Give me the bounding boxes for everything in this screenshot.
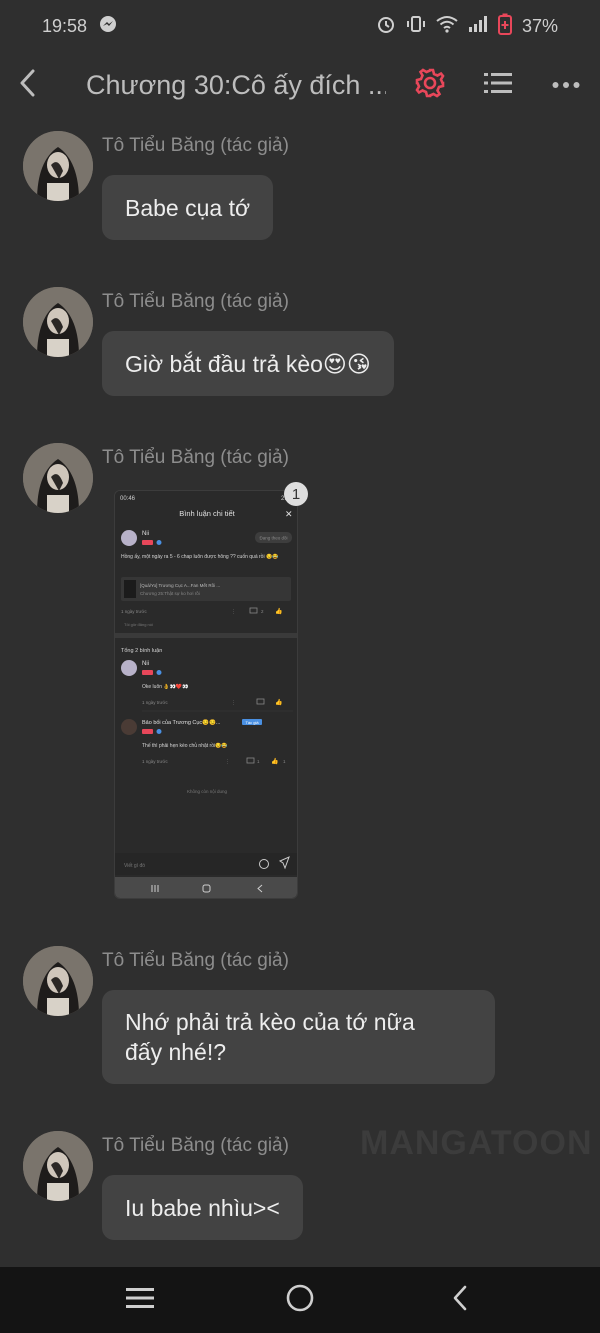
message-author: Tô Tiểu Băng (tác giả) [102, 1135, 289, 1156]
vibrate-icon [406, 14, 426, 39]
embedded-reply-time: 1 ngày trước [142, 759, 168, 764]
svg-text:⋮: ⋮ [231, 700, 236, 706]
embedded-input-placeholder: Viết gì đó [124, 863, 145, 869]
status-time: 19:58 [42, 15, 88, 36]
embedded-link-sub: Chương 25:Thật sự ko hơi rồi [140, 591, 200, 596]
embedded-title: Bình luận chi tiết [179, 509, 235, 518]
message-bubble: Giờ bắt đầu trả kèo😍😘 [102, 331, 394, 396]
author-avatar[interactable] [23, 287, 93, 357]
image-count-badge: 1 [284, 482, 308, 506]
message-author: Tô Tiểu Băng (tác giả) [102, 291, 289, 312]
embedded-main-text: Hồng ấy, một ngày ra 5 - 6 chap luôn đượ… [121, 553, 279, 560]
svg-text:👍: 👍 [275, 698, 282, 706]
list-icon [484, 71, 512, 100]
chapter-header: Chương 30:Cô ấy đích ... [0, 52, 600, 118]
home-button[interactable] [270, 1270, 330, 1330]
embedded-reply-text: Oke luôn 👌👀❤️👀 [142, 683, 188, 690]
message-author: Tô Tiểu Băng (tác giả) [102, 135, 289, 156]
signal-icon [468, 15, 488, 38]
battery-icon [497, 13, 512, 40]
battery-percent: 37% [521, 15, 558, 36]
embedded-reply-text: Thế thì phải hẹn kèo chủ nhật rồi😏😂 [142, 742, 228, 749]
author-avatar[interactable] [23, 946, 93, 1016]
svg-text:👍: 👍 [275, 607, 282, 615]
menu-icon [126, 1287, 154, 1314]
home-circle-icon [286, 1284, 314, 1317]
message-bubble: Babe cụa tớ [102, 175, 274, 240]
embedded-reply-user: Nii [142, 661, 149, 667]
more-icon [552, 76, 580, 94]
author-avatar[interactable] [23, 131, 93, 201]
message-author: Tô Tiểu Băng (tác giả) [102, 950, 289, 971]
system-back-button[interactable] [430, 1270, 490, 1330]
embedded-main-time: 1 ngày trước [121, 609, 147, 614]
message-bubble: Iu babe nhìu>< [102, 1175, 303, 1240]
messenger-icon [99, 15, 117, 38]
embedded-link-title: [Quá/Yo] Trương Cục A...Fan Mết Rồi ... [140, 583, 220, 588]
attached-screenshot[interactable]: 00:46 29 Bình luận chi tiết ✕ Nii Đang t… [114, 490, 298, 899]
more-button[interactable] [532, 52, 600, 118]
embedded-status-time: 00:46 [120, 496, 136, 502]
embedded-replies-header: Tổng 2 bình luận [121, 647, 162, 654]
recent-apps-button[interactable] [110, 1270, 170, 1330]
wifi-icon [436, 15, 458, 38]
author-avatar[interactable] [23, 443, 93, 513]
svg-text:⋮: ⋮ [225, 759, 230, 765]
embedded-reply-user: Bảo bối của Trương Cục😏😏... [142, 719, 221, 726]
back-icon [18, 69, 38, 102]
message-author: Tô Tiểu Băng (tác giả) [102, 447, 289, 468]
embedded-reply-tag: Tác giả [245, 720, 259, 725]
chapter-title: Chương 30:Cô ấy đích ... [86, 69, 386, 100]
svg-text:⋮: ⋮ [231, 609, 236, 615]
back-chevron-icon [451, 1284, 469, 1317]
svg-text:👍: 👍 [271, 757, 278, 765]
embedded-close-icon: ✕ [285, 509, 293, 519]
status-bar: 19:58 37% [0, 0, 600, 52]
author-avatar[interactable] [23, 1131, 93, 1201]
mangatoon-watermark: MANGATOON [360, 1124, 593, 1162]
system-navigation-bar [0, 1267, 600, 1333]
embedded-sub-text: Tôi giờ đăng nói [124, 622, 153, 627]
embedded-reply-time: 1 ngày trước [142, 700, 168, 705]
message-bubble: Nhớ phải trả kèo của tớ nữa đấy nhé!? [102, 990, 495, 1084]
embedded-follow-label: Đang theo dõi [259, 536, 287, 541]
embedded-main-user: Nii [142, 531, 149, 537]
embedded-no-more: Không còn nội dung [187, 789, 228, 794]
settings-gear-icon [415, 67, 445, 103]
chapter-list-button[interactable] [464, 52, 532, 118]
back-button[interactable] [0, 52, 56, 118]
alarm-icon [376, 14, 396, 39]
settings-button[interactable] [396, 52, 464, 118]
